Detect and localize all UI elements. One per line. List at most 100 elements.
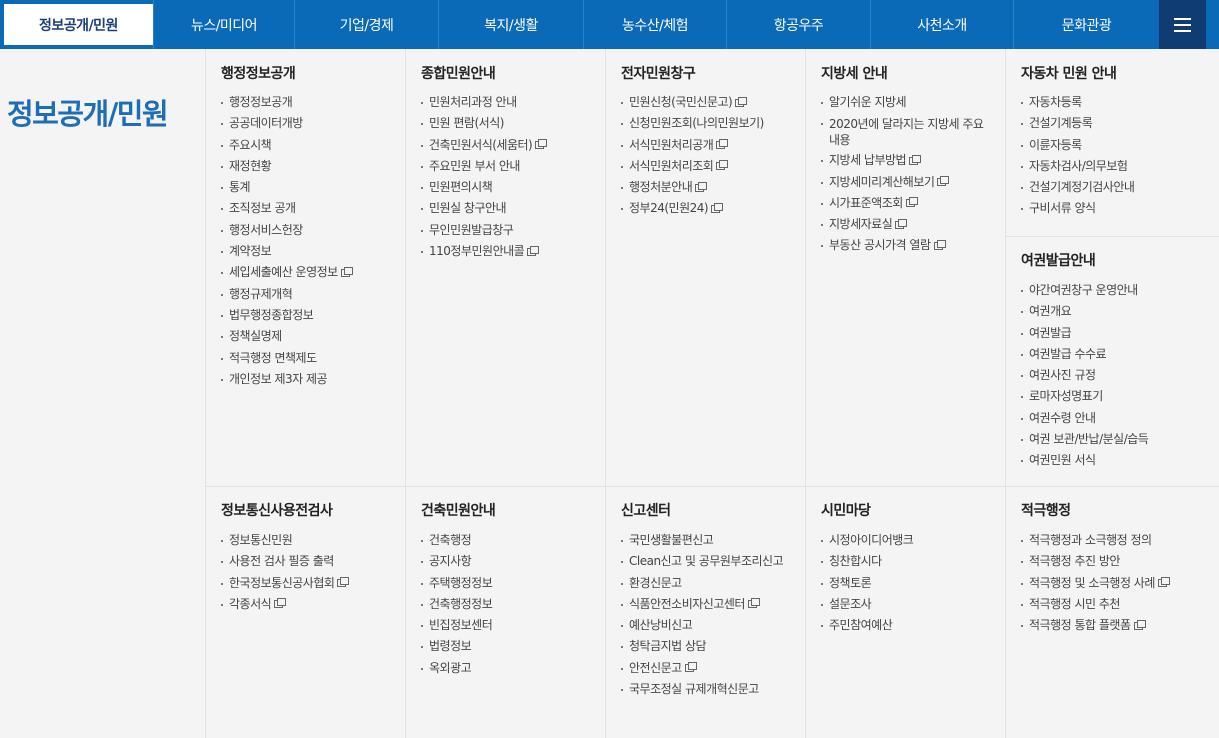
menu-link[interactable]: 주요민원 부서 안내: [421, 156, 544, 177]
menu-link[interactable]: 여권민원 서식: [1021, 450, 1148, 471]
menu-link[interactable]: 구비서류 양식: [1021, 198, 1134, 219]
new-window-icon: [1157, 577, 1170, 588]
menu-link[interactable]: 행정규제개혁: [221, 284, 350, 305]
menu-link[interactable]: 적극행정 통합 플랫폼: [1021, 615, 1167, 636]
menu-link[interactable]: 여권개요: [1021, 301, 1148, 322]
tab-business-economy[interactable]: 기업/경제: [294, 0, 438, 49]
group-links: 알기쉬운 지방세 2020년에 달라지는 지방세 주요 내용 지방세 납부방법 …: [821, 92, 996, 257]
menu-link[interactable]: 통계: [221, 177, 350, 198]
menu-link[interactable]: 환경신문고: [621, 573, 783, 594]
menu-link[interactable]: 법령정보: [421, 636, 492, 657]
menu-link[interactable]: 칭찬합시다: [821, 551, 913, 572]
menu-link[interactable]: 시정아이디어뱅크: [821, 530, 914, 551]
menu-link[interactable]: Clean신고 및 공무원부조리신고: [621, 551, 784, 572]
menu-link[interactable]: 무인민원발급창구: [421, 220, 544, 241]
menu-link[interactable]: 재정현황: [221, 156, 350, 177]
menu-link[interactable]: 민원처리과정 안내: [421, 92, 544, 113]
menu-link[interactable]: 주택행정정보: [421, 573, 493, 594]
menu-link[interactable]: 여권사진 규정: [1021, 365, 1148, 386]
menu-link[interactable]: 시가표준액조회: [821, 193, 996, 214]
menu-link-label: 청탁금지법 상담: [629, 639, 707, 654]
menu-link[interactable]: 건축행정정보: [421, 594, 493, 615]
menu-link[interactable]: 공지사항: [421, 551, 492, 572]
menu-link[interactable]: 110정부민원안내콜: [421, 241, 544, 262]
menu-link[interactable]: 2020년에 달라지는 지방세 주요 내용: [821, 113, 996, 150]
menu-link[interactable]: 정책토론: [821, 573, 913, 594]
menu-link[interactable]: 지방세미리계산해보기: [821, 172, 996, 193]
menu-link[interactable]: 계약정보: [221, 241, 350, 262]
menu-link[interactable]: 공공데이터개방: [221, 113, 350, 134]
menu-link[interactable]: 각종서식: [221, 594, 346, 615]
menu-link[interactable]: 여권발급 수수료: [1021, 344, 1148, 365]
hamburger-icon[interactable]: [1159, 0, 1206, 49]
new-window-icon: [1133, 619, 1146, 630]
menu-link[interactable]: 세입세출예산 운영정보: [221, 262, 353, 283]
menu-link[interactable]: 국민생활불편신고: [621, 530, 783, 551]
menu-link[interactable]: 안전신문고: [621, 658, 783, 679]
menu-link[interactable]: 개인정보 제3자 제공: [221, 369, 350, 390]
menu-link[interactable]: 자동차등록: [1021, 92, 1134, 113]
menu-link-label: 법령정보: [429, 639, 472, 654]
menu-link[interactable]: 정책실명제: [221, 326, 350, 347]
menu-link[interactable]: 민원신청(국민신문고): [621, 92, 764, 113]
tab-info-disclosure[interactable]: 정보공개/민원: [0, 0, 153, 49]
menu-link[interactable]: 민원실 창구안내: [421, 198, 544, 219]
menu-link[interactable]: 건설기계정기검사안내: [1021, 177, 1135, 198]
menu-link[interactable]: 이륜자등록: [1021, 135, 1134, 156]
menu-link[interactable]: 조직정보 공개: [221, 198, 350, 219]
menu-link-label: 건축민원서식(세움터): [429, 137, 533, 152]
menu-link[interactable]: 적극행정 및 소극행정 사례: [1021, 573, 1170, 594]
menu-column-1: 행정정보공개 행정정보공개 공공데이터개방 주요시책 재정현황 통계 조직정보 …: [206, 49, 406, 738]
menu-link[interactable]: 식품안전소비자신고센터: [621, 594, 783, 615]
group-links: 건축행정 공지사항 주택행정정보 건축행정정보 빈집정보센터 법령정보 옥외광고: [421, 530, 493, 679]
menu-link-label: 서식민원처리공개: [629, 137, 714, 152]
menu-link[interactable]: 행정처분안내: [621, 177, 764, 198]
tab-welfare-life[interactable]: 복지/생활: [438, 0, 583, 49]
menu-link[interactable]: 정보통신민원: [221, 530, 346, 551]
menu-link[interactable]: 로마자성명표기: [1021, 386, 1148, 407]
menu-link[interactable]: 야간여권창구 운영안내: [1021, 280, 1148, 301]
menu-link[interactable]: 주요시책: [221, 135, 350, 156]
menu-link[interactable]: 사용전 검사 필증 출력: [221, 551, 346, 572]
menu-link[interactable]: 지방세자료실: [821, 214, 996, 235]
menu-link[interactable]: 행정정보공개: [221, 92, 350, 113]
menu-link[interactable]: 빈집정보센터: [421, 615, 493, 636]
menu-link[interactable]: 여권발급: [1021, 323, 1148, 344]
menu-link[interactable]: 한국정보통신공사협회: [221, 573, 350, 594]
menu-link[interactable]: 국무조정실 규제개혁신문고: [621, 679, 783, 700]
menu-link[interactable]: 알기쉬운 지방세: [821, 92, 996, 113]
menu-link[interactable]: 지방세 납부방법: [821, 150, 996, 171]
menu-link[interactable]: 행정서비스헌장: [221, 220, 350, 241]
menu-link[interactable]: 청탁금지법 상담: [621, 636, 783, 657]
menu-link[interactable]: 법무행정종합정보: [221, 305, 350, 326]
menu-link[interactable]: 여권 보관/반납/분실/습득: [1021, 429, 1149, 450]
new-window-icon: [274, 598, 287, 609]
menu-link[interactable]: 옥외광고: [421, 658, 492, 679]
menu-link[interactable]: 민원 편람(서식): [421, 113, 544, 134]
menu-link[interactable]: 적극행정 추진 방안: [1021, 551, 1167, 572]
menu-link[interactable]: 적극행정과 소극행정 정의: [1021, 530, 1167, 551]
menu-link[interactable]: 서식민원처리조회: [621, 156, 764, 177]
menu-link[interactable]: 자동차검사/의무보험: [1021, 156, 1134, 177]
tab-agriculture-experience[interactable]: 농수산/체험: [583, 0, 726, 49]
tab-about-sacheon[interactable]: 사천소개: [870, 0, 1013, 49]
tab-aerospace[interactable]: 항공우주: [726, 0, 870, 49]
tab-culture-tourism[interactable]: 문화관광: [1013, 0, 1159, 49]
menu-link[interactable]: 여권수령 안내: [1021, 408, 1148, 429]
new-window-icon: [527, 245, 540, 256]
menu-link[interactable]: 설문조사: [821, 594, 913, 615]
menu-link[interactable]: 건축행정: [421, 530, 492, 551]
menu-link[interactable]: 주민참여예산: [821, 615, 913, 636]
menu-link[interactable]: 건축민원서식(세움터): [421, 135, 548, 156]
menu-link[interactable]: 민원편의시책: [421, 177, 544, 198]
menu-link[interactable]: 예산낭비신고: [621, 615, 783, 636]
menu-link[interactable]: 적극행정 시민 추천: [1021, 594, 1167, 615]
group-divider: [806, 486, 1005, 487]
menu-link[interactable]: 정부24(민원24): [621, 198, 764, 219]
menu-link[interactable]: 건설기계등록: [1021, 113, 1134, 134]
menu-link[interactable]: 서식민원처리공개: [621, 135, 764, 156]
menu-link[interactable]: 신청민원조회(나의민원보기): [621, 113, 764, 134]
menu-link[interactable]: 부동산 공시가격 열람: [821, 235, 996, 256]
menu-link[interactable]: 적극행정 면책제도: [221, 348, 350, 369]
tab-news-media[interactable]: 뉴스/미디어: [153, 0, 294, 49]
